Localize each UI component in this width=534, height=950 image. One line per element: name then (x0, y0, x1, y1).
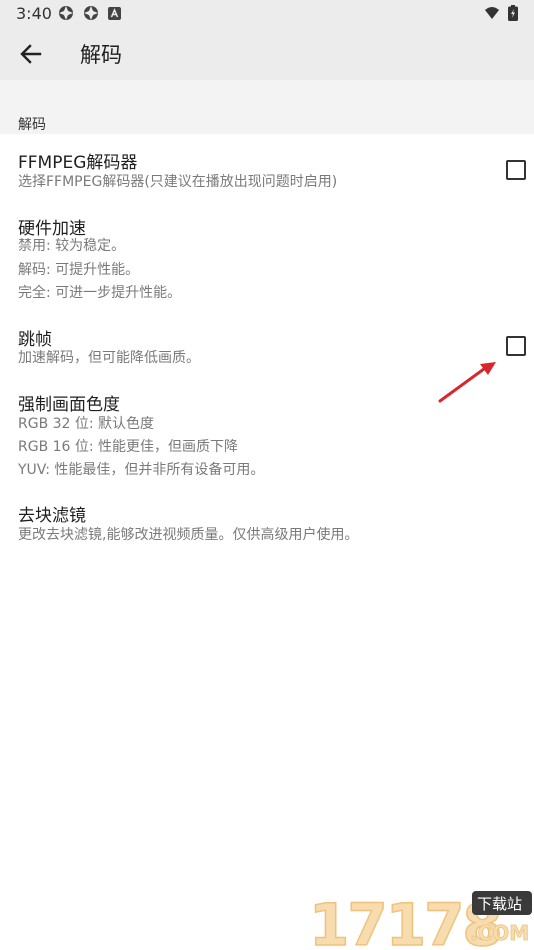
setting-summary-line: 禁用: 较为稳定。 (18, 238, 126, 254)
notification-icon (59, 6, 73, 20)
category-band (0, 80, 534, 134)
annotation-arrow-icon (438, 362, 496, 403)
frame-skip-checkbox[interactable] (506, 336, 526, 356)
app-bar: 解码 (0, 28, 534, 80)
setting-summary-line: RGB 32 位: 默认色度 (18, 416, 155, 432)
setting-summary: 选择FFMPEG解码器(只建议在播放出现问题时启用) (18, 174, 338, 190)
wifi-icon (485, 7, 499, 19)
watermark-logo: 17178 下载站 .COM (308, 890, 532, 950)
setting-ffmpeg-decoder[interactable]: FFMPEG解码器 选择FFMPEG解码器(只建议在播放出现问题时启用) (0, 134, 534, 200)
setting-title: 去块滤镜 (18, 506, 86, 526)
svg-text:.COM: .COM (470, 921, 529, 945)
setting-summary-line: RGB 16 位: 性能更佳，但画质下降 (18, 439, 239, 455)
back-arrow-icon[interactable] (18, 41, 44, 67)
setting-summary-line: 完全: 可进一步提升性能。 (18, 285, 182, 301)
notification-icon (84, 6, 98, 20)
setting-title: FFMPEG解码器 (18, 153, 138, 173)
status-bar: 3:40 (0, 0, 534, 28)
app-notification-icon (108, 7, 121, 20)
setting-title: 强制画面色度 (18, 395, 120, 415)
page-title: 解码 (80, 43, 122, 67)
category-label: 解码 (18, 117, 46, 133)
setting-summary: 加速解码，但可能降低画质。 (18, 350, 200, 366)
setting-deblocking-filter[interactable]: 去块滤镜 更改去块滤镜,能够改进视频质量。仅供高级用户使用。 (0, 496, 534, 556)
setting-hardware-acceleration[interactable]: 硬件加速 禁用: 较为稳定。 解码: 可提升性能。 完全: 可进一步提升性能。 (0, 200, 534, 310)
setting-summary-line: YUV: 性能最佳，但并非所有设备可用。 (18, 462, 265, 478)
setting-summary-line: 解码: 可提升性能。 (18, 262, 140, 278)
svg-text:下载站: 下载站 (477, 895, 522, 913)
ffmpeg-decoder-checkbox[interactable] (506, 160, 526, 180)
status-time: 3:40 (16, 4, 52, 23)
battery-icon (508, 5, 518, 21)
setting-summary: 更改去块滤镜,能够改进视频质量。仅供高级用户使用。 (18, 527, 359, 543)
